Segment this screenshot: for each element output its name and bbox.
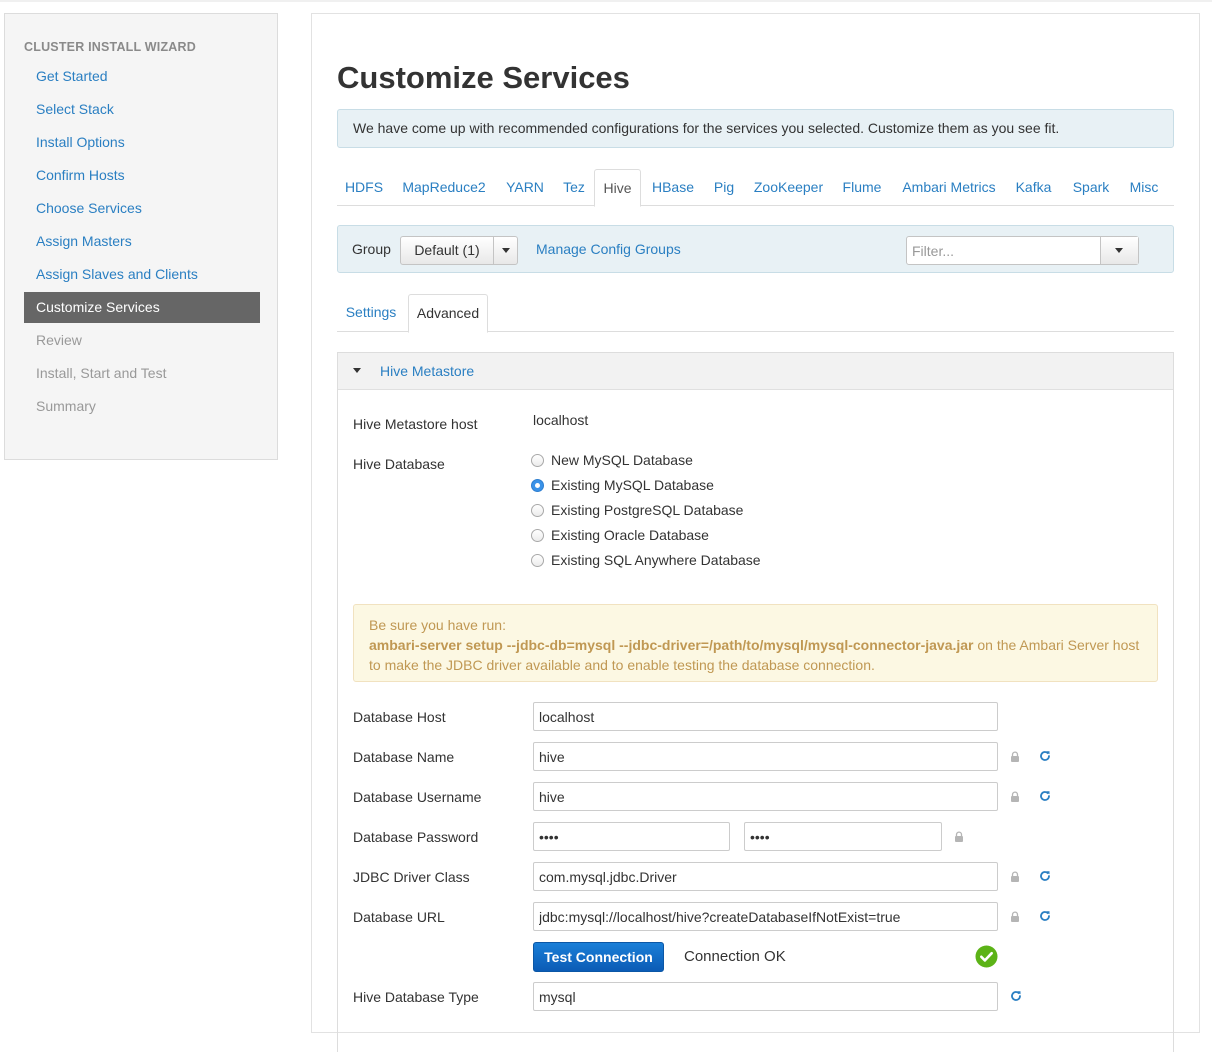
tab-hdfs[interactable]: HDFS [337,169,391,206]
refresh-icon[interactable] [1009,989,1023,1003]
group-label: Group [352,241,391,257]
sidebar-item-install-options[interactable]: Install Options [24,127,260,160]
db-host-input[interactable] [533,702,998,731]
sidebar-item-assign-masters[interactable]: Assign Masters [24,226,260,259]
wizard-steps: Get Started Select Stack Install Options… [24,61,260,424]
hive-db-type-input[interactable] [533,982,998,1011]
sidebar-item-customize-services[interactable]: Customize Services [24,292,260,323]
collapse-caret-icon[interactable] [353,368,361,373]
jdbc-driver-input[interactable] [533,862,998,891]
group-select[interactable]: Default (1) [400,236,518,265]
chevron-down-icon[interactable] [502,248,510,253]
check-circle-icon [975,945,998,968]
tab-flume[interactable]: Flume [835,169,889,206]
recommendation-alert: We have come up with recommended configu… [337,109,1174,148]
tab-settings[interactable]: Settings [337,294,405,332]
filter-input[interactable] [907,237,1100,264]
db-password-input[interactable] [533,822,730,851]
sidebar-item-select-stack[interactable]: Select Stack [24,94,260,127]
lock-icon [1011,911,1019,922]
warning-command: ambari-server setup --jdbc-db=mysql --jd… [369,637,974,653]
metastore-host-value: localhost [533,412,589,428]
sidebar-item-get-started[interactable]: Get Started [24,61,260,94]
refresh-icon[interactable] [1038,749,1052,763]
config-group-bar: Group Default (1) Manage Config Groups [337,225,1174,273]
db-name-label: Database Name [353,749,455,765]
hive-database-label: Hive Database [353,456,445,472]
refresh-icon[interactable] [1038,909,1052,923]
sidebar-item-install-start-test: Install, Start and Test [36,365,167,381]
sidebar-item-assign-slaves[interactable]: Assign Slaves and Clients [24,259,260,292]
sidebar-item-confirm-hosts[interactable]: Confirm Hosts [24,160,260,193]
wizard-sidebar: CLUSTER INSTALL WIZARD Get Started Selec… [4,13,278,460]
tab-spark[interactable]: Spark [1063,169,1119,206]
refresh-icon[interactable] [1038,789,1052,803]
tab-hive[interactable]: Hive [594,169,641,207]
tab-yarn[interactable]: YARN [497,169,553,206]
tab-pig[interactable]: Pig [705,169,743,206]
refresh-icon[interactable] [1038,869,1052,883]
test-connection-button[interactable]: Test Connection [533,942,664,972]
db-url-input[interactable] [533,902,998,931]
radio-button[interactable] [531,504,544,517]
sidebar-item-choose-services[interactable]: Choose Services [24,193,260,226]
tab-hbase[interactable]: HBase [645,169,701,206]
tab-mapreduce2[interactable]: MapReduce2 [396,169,492,206]
warning-intro: Be sure you have run: [369,617,506,633]
metastore-host-label: Hive Metastore host [353,416,478,432]
radio-label: Existing Oracle Database [551,527,709,543]
top-border [0,0,1212,2]
jdbc-driver-label: JDBC Driver Class [353,869,470,885]
db-password-label: Database Password [353,829,479,845]
radio-button[interactable] [531,529,544,542]
db-host-label: Database Host [353,709,446,725]
jdbc-warning: Be sure you have run: ambari-server setu… [353,604,1158,682]
db-password-confirm-input[interactable] [744,822,942,851]
lock-icon [1011,791,1019,802]
radio-button[interactable] [531,454,544,467]
sidebar-item-summary: Summary [36,398,96,414]
radio-label: Existing MySQL Database [551,477,714,493]
tab-kafka[interactable]: Kafka [1008,169,1059,206]
tab-ambari-metrics[interactable]: Ambari Metrics [894,169,1004,206]
hive-metastore-section: Hive Metastore Hive Metastore host local… [337,352,1174,1052]
manage-config-groups-link[interactable]: Manage Config Groups [536,241,681,257]
db-url-label: Database URL [353,909,445,925]
sidebar-item-review: Review [36,332,82,348]
chevron-down-icon [1115,248,1123,253]
db-username-label: Database Username [353,789,482,805]
sidebar-heading: CLUSTER INSTALL WIZARD [24,40,196,54]
section-header[interactable]: Hive Metastore [338,353,1173,390]
lock-icon [1011,751,1019,762]
lock-icon [1011,871,1019,882]
service-tabs: HDFS MapReduce2 YARN Tez Hive HBase Pig … [337,169,1174,207]
radio-label: Existing PostgreSQL Database [551,502,744,518]
filter-dropdown-button[interactable] [1100,237,1138,264]
tab-advanced[interactable]: Advanced [408,294,488,333]
main-panel: Customize Services We have come up with … [311,13,1200,1052]
tab-tez[interactable]: Tez [558,169,590,206]
lock-icon [955,831,963,842]
page-title: Customize Services [337,60,630,95]
config-sub-tabs: Settings Advanced [337,294,1174,333]
tab-zookeeper[interactable]: ZooKeeper [747,169,830,206]
section-title[interactable]: Hive Metastore [380,363,474,379]
connection-status: Connection OK [684,948,786,965]
db-name-input[interactable] [533,742,998,771]
group-select-value[interactable]: Default (1) [401,237,494,264]
radio-label: Existing SQL Anywhere Database [551,552,761,568]
filter-box [906,236,1139,265]
tab-misc[interactable]: Misc [1123,169,1165,206]
radio-button[interactable] [531,554,544,567]
radio-button-checked[interactable] [531,479,544,492]
radio-label: New MySQL Database [551,452,693,468]
hive-db-type-label: Hive Database Type [353,989,479,1005]
db-username-input[interactable] [533,782,998,811]
